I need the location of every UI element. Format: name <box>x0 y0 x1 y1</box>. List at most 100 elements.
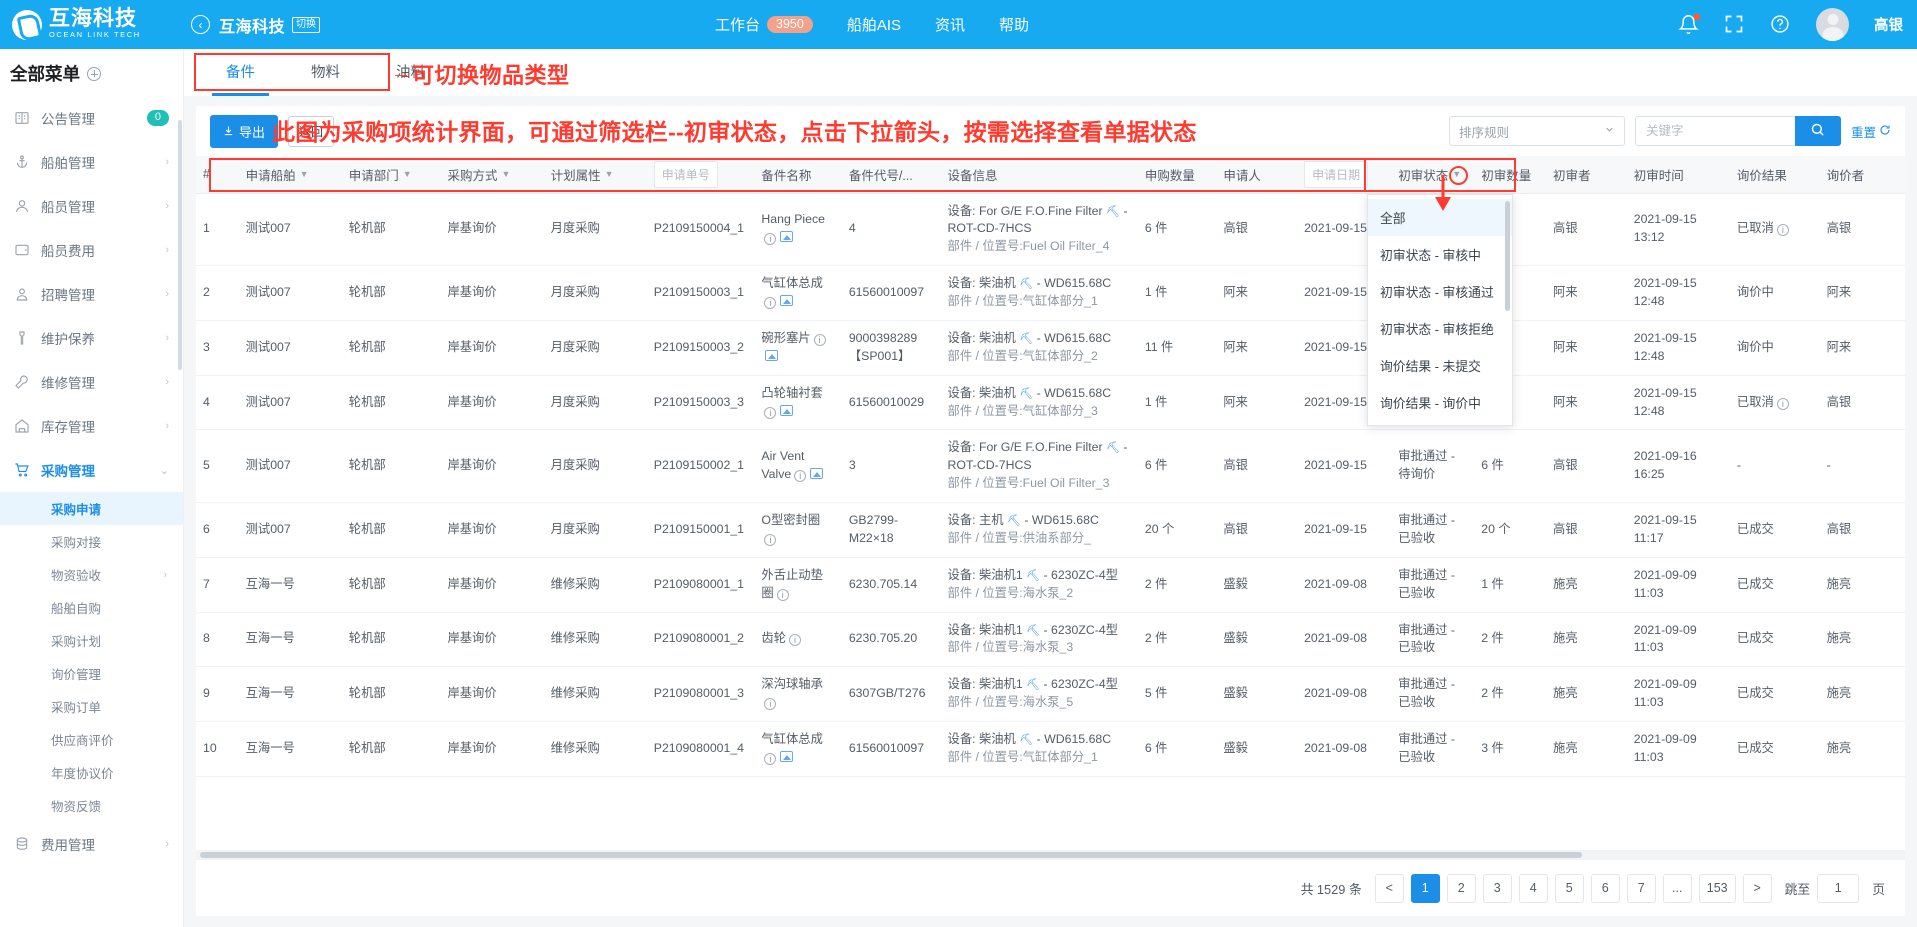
table-row[interactable]: 1 测试007 轮机部 岸基询价 月度采购 P2109150004_1 Hang Piece… <box>196 193 1905 267</box>
org-switcher[interactable]: ‹ 互海科技 切换 <box>191 13 321 37</box>
th-ship[interactable]: 申请船舶 ▼ <box>238 156 342 194</box>
sidebar-subitem-material-acceptance[interactable]: 物资验收 › <box>0 558 183 591</box>
pagination-page-6[interactable]: 6 <box>1590 873 1620 903</box>
info-icon[interactable]: i <box>789 634 801 647</box>
export-button[interactable]: 导出 <box>210 114 279 148</box>
sidebar-subitem-purchase-plan[interactable]: 采购计划 <box>0 624 183 657</box>
sort-rule-select[interactable]: 排序规则 <box>1448 116 1625 146</box>
pagination-page-2[interactable]: 2 <box>1446 873 1476 903</box>
caret-down-icon[interactable]: ▼ <box>605 169 614 179</box>
image-icon[interactable] <box>780 294 794 306</box>
fullscreen-icon[interactable] <box>1724 14 1745 35</box>
info-icon[interactable]: i <box>1776 224 1789 237</box>
table-horizontal-scrollbar-thumb[interactable] <box>200 852 1582 858</box>
nav-item-ais[interactable]: 船舶AIS <box>847 14 901 35</box>
caret-down-icon[interactable]: ▼ <box>300 169 309 179</box>
dropdown-option-reviewing[interactable]: 初审状态 - 审核中 <box>1368 236 1512 273</box>
sidebar-item-repair[interactable]: 维修管理 › <box>0 360 183 404</box>
pagination-page-7[interactable]: 7 <box>1626 873 1656 903</box>
nav-item-workbench[interactable]: 工作台 3950 <box>715 14 813 35</box>
info-icon[interactable]: i <box>764 752 777 765</box>
image-icon[interactable] <box>780 231 794 243</box>
sidebar-subitem-purchase-order[interactable]: 采购订单 <box>0 690 183 723</box>
info-icon[interactable]: i <box>764 698 777 711</box>
pagination-page-4[interactable]: 4 <box>1518 873 1548 903</box>
th-first-review-status[interactable]: 初审状态 ▼ <box>1391 156 1475 194</box>
image-icon[interactable] <box>765 349 779 361</box>
apply-date-filter-input[interactable]: 申请日期 <box>1304 160 1369 188</box>
th-dept[interactable]: 申请部门 ▼ <box>341 156 441 194</box>
pagination-next[interactable]: > <box>1742 873 1772 903</box>
info-icon[interactable]: i <box>764 406 777 419</box>
table-row[interactable]: 4 测试007 轮机部 岸基询价 月度采购 P2109150003_3 凸轮轴衬套i 6156… <box>196 375 1905 431</box>
caret-down-icon[interactable]: ▼ <box>403 169 412 179</box>
pagination-page-3[interactable]: 3 <box>1482 873 1512 903</box>
pagination-jump-input[interactable] <box>1817 873 1860 903</box>
th-apply-date[interactable]: 申请日期 <box>1297 156 1392 194</box>
th-mode[interactable]: 采购方式 ▼ <box>440 156 544 194</box>
sidebar-item-recruit[interactable]: 招聘管理 › <box>0 272 183 316</box>
username-label[interactable]: 高银 <box>1874 14 1903 35</box>
image-icon[interactable] <box>780 750 794 762</box>
pagination-page-5[interactable]: 5 <box>1554 873 1584 903</box>
sidebar-subitem-supplier-evaluation[interactable]: 供应商评价 <box>0 723 183 756</box>
table-row[interactable]: 9 互海一号 轮机部 岸基询价 维修采购 P2109080001_3 深沟球轴承i 6307G… <box>196 666 1905 723</box>
dropdown-scrollbar[interactable] <box>1505 201 1510 311</box>
th-order-no[interactable]: 申请单号 <box>646 156 755 194</box>
sidebar-subitem-purchase-request[interactable]: 采购申请 <box>0 492 183 525</box>
sidebar-item-vessel[interactable]: 船舶管理 › <box>0 140 183 184</box>
info-icon[interactable]: i <box>764 533 777 546</box>
sidebar-item-procurement[interactable]: 采购管理 ⌄ <box>0 448 183 492</box>
pagination-ellipsis[interactable]: ... <box>1662 873 1692 903</box>
table-row[interactable]: 2 测试007 轮机部 岸基询价 月度采购 P2109150003_1 气缸体总成i 6156… <box>196 265 1905 321</box>
image-icon[interactable] <box>780 404 794 416</box>
info-icon[interactable]: i <box>1776 397 1789 410</box>
pagination-page-last[interactable]: 153 <box>1698 873 1736 903</box>
sidebar-item-maintenance[interactable]: 维护保养 › <box>0 316 183 360</box>
table-row[interactable]: 3 测试007 轮机部 岸基询价 月度采购 P2109150003_2 碗形塞片 i 90003… <box>196 320 1905 376</box>
dropdown-option-rejected[interactable]: 初审状态 - 审核拒绝 <box>1368 310 1512 347</box>
sidebar-item-crew[interactable]: 船员管理 › <box>0 184 183 228</box>
tab-materials[interactable]: 物料 <box>283 50 368 96</box>
pagination-page-1[interactable]: 1 <box>1410 873 1440 903</box>
brand-logo[interactable]: 互海科技 OCEAN LINK TECH <box>0 8 185 41</box>
sidebar-subitem-inquiry-management[interactable]: 询价管理 <box>0 657 183 690</box>
sidebar-item-crew-cost[interactable]: 船员费用 › <box>0 228 183 272</box>
dropdown-option-all[interactable]: 全部 <box>1368 199 1512 236</box>
caret-down-icon[interactable]: ▼ <box>1452 169 1461 179</box>
dropdown-option-inquiring[interactable]: 询价结果 - 询价中 <box>1368 384 1512 421</box>
nav-item-news[interactable]: 资讯 <box>935 14 965 35</box>
back-arrow-icon[interactable]: ‹ <box>191 15 210 34</box>
first-review-status-dropdown[interactable]: 全部 初审状态 - 审核中 初审状态 - 审核通过 初审状态 - 审核拒绝 询价… <box>1367 194 1513 426</box>
cell-apply-date[interactable]: 2021-09-08 <box>1297 666 1392 723</box>
caret-down-icon[interactable]: ▼ <box>501 169 510 179</box>
notification-bell-icon[interactable] <box>1678 14 1700 35</box>
return-button[interactable]: 返回 <box>288 115 335 147</box>
sidebar-item-inventory[interactable]: 库存管理 › <box>0 404 183 448</box>
add-menu-icon[interactable] <box>87 66 101 81</box>
sidebar-scrollbar[interactable] <box>178 120 182 370</box>
info-icon[interactable]: i <box>764 296 777 309</box>
table-row[interactable]: 6 测试007 轮机部 岸基询价 月度采购 P2109150001_1 O型密封圈i GB27… <box>196 502 1905 558</box>
dropdown-option-approved[interactable]: 初审状态 - 审核通过 <box>1368 273 1512 310</box>
info-icon[interactable]: i <box>794 470 807 483</box>
tab-spare-parts[interactable]: 备件 <box>198 50 283 96</box>
sidebar-item-expense[interactable]: 费用管理 › <box>0 822 183 866</box>
dropdown-option-not-submitted[interactable]: 询价结果 - 未提交 <box>1368 347 1512 384</box>
cell-apply-date[interactable]: 2021-09-15 <box>1297 502 1392 558</box>
avatar[interactable] <box>1816 8 1849 41</box>
sidebar-subitem-purchase-docking[interactable]: 采购对接 <box>0 525 183 558</box>
pagination-prev[interactable]: < <box>1374 873 1404 903</box>
search-input[interactable] <box>1634 116 1795 146</box>
order-no-filter-input[interactable]: 申请单号 <box>653 160 718 188</box>
table-horizontal-scrollbar[interactable] <box>196 850 1905 860</box>
image-icon[interactable] <box>810 468 824 480</box>
sidebar-subitem-annual-agreement-price[interactable]: 年度协议价 <box>0 756 183 789</box>
table-row[interactable]: 10 互海一号 轮机部 岸基询价 维修采购 P2109080001_4 气缸体总成i 6156… <box>196 721 1905 777</box>
switch-org-tag[interactable]: 切换 <box>292 16 321 33</box>
search-button[interactable] <box>1794 116 1841 146</box>
table-row[interactable]: 5 测试007 轮机部 岸基询价 月度采购 P2109150002_1 Air Vent V… <box>196 429 1905 503</box>
nav-item-help[interactable]: 帮助 <box>999 14 1029 35</box>
sidebar-item-announcement[interactable]: 公告管理 0 <box>0 96 183 140</box>
reset-button[interactable]: 重置 <box>1851 122 1891 141</box>
